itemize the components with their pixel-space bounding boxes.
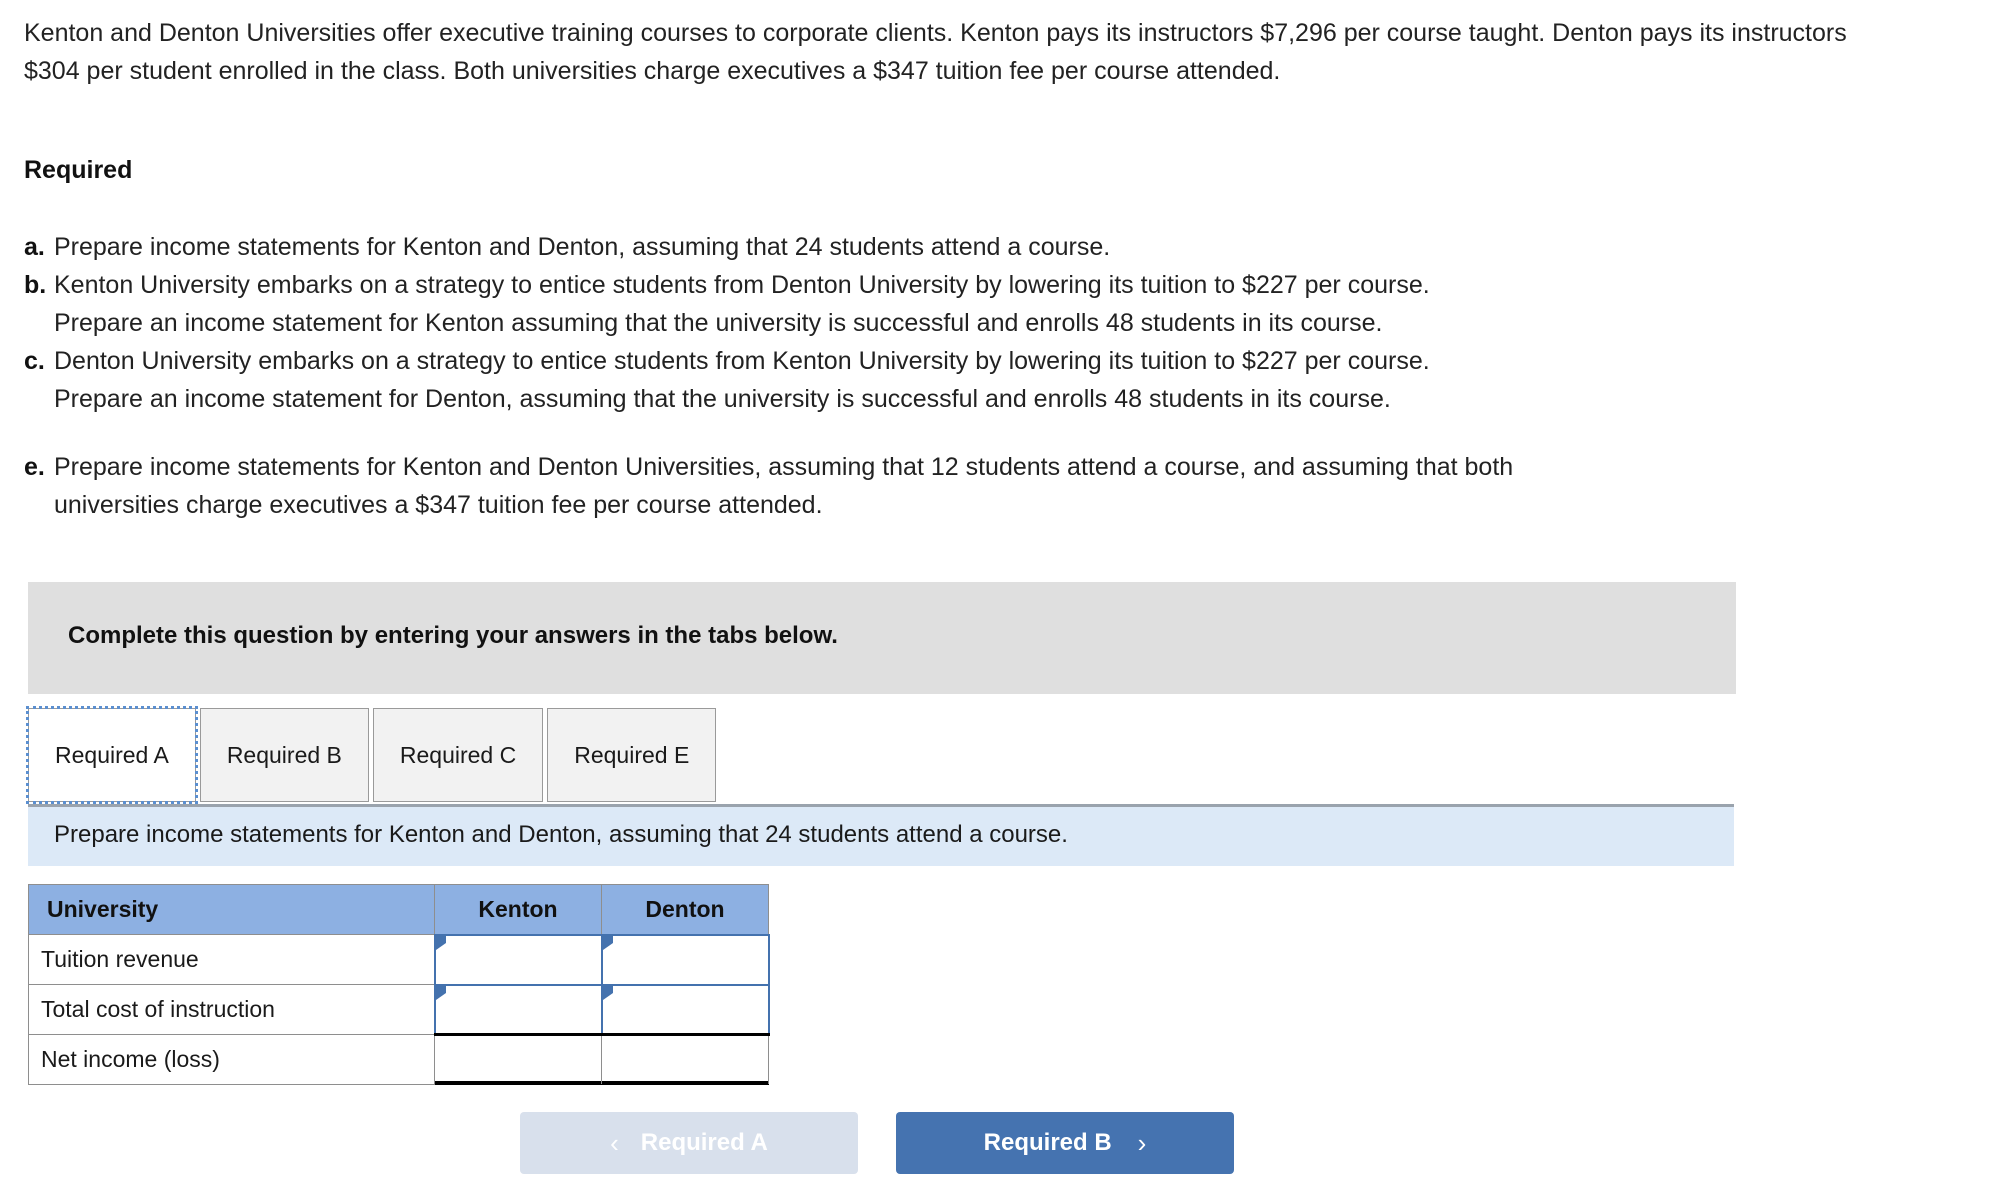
requirement-tabs: Required A Required B Required C Require… — [26, 706, 720, 804]
column-header-kenton: Kenton — [434, 884, 602, 935]
tab-required-b[interactable]: Required B — [199, 708, 369, 802]
previous-required-a-label: Required A — [640, 1129, 768, 1156]
requirement-marker-e: e. — [24, 453, 45, 481]
cell-corner-triangle-icon — [602, 935, 613, 950]
input-tuition-revenue-kenton[interactable] — [433, 933, 603, 986]
requirement-marker-c: c. — [24, 347, 45, 375]
chevron-left-icon: ‹ — [610, 1127, 619, 1158]
table-row: Tuition revenue — [28, 933, 770, 986]
requirements-list: a. Prepare income statements for Kenton … — [24, 228, 1924, 524]
table-header-row: University Kenton Denton — [28, 884, 769, 935]
tab-required-c-label: Required C — [399, 741, 517, 768]
requirement-item-c: c. Denton University embarks on a strate… — [24, 342, 1924, 418]
complete-question-banner-text: Complete this question by entering your … — [68, 622, 838, 649]
row-label-net-income-loss: Net income (loss) — [28, 1034, 435, 1085]
input-total-cost-kenton[interactable] — [433, 983, 603, 1036]
problem-intro-text: Kenton and Denton Universities offer exe… — [24, 19, 1847, 85]
previous-required-a-button[interactable]: ‹ Required A — [520, 1112, 858, 1174]
tab-instruction-text: Prepare income statements for Kenton and… — [54, 821, 1068, 848]
value-net-income-kenton — [434, 1033, 602, 1085]
cell-corner-triangle-icon — [435, 935, 446, 950]
table-row: Net income (loss) — [28, 1033, 769, 1085]
tab-required-e-label: Required E — [574, 741, 690, 768]
column-header-denton: Denton — [601, 884, 769, 935]
requirement-body-e: Prepare income statements for Kenton and… — [54, 448, 1924, 524]
requirement-marker-a: a. — [24, 233, 45, 261]
requirement-line: universities charge executives a $347 tu… — [54, 491, 823, 519]
requirements-spacer — [24, 418, 1924, 448]
requirement-line: Prepare income statements for Kenton and… — [54, 453, 1514, 481]
cell-corner-triangle-icon — [602, 985, 613, 1000]
requirement-line: Kenton University embarks on a strategy … — [54, 271, 1430, 299]
table-row: Total cost of instruction — [28, 983, 770, 1036]
row-label-total-cost-of-instruction: Total cost of instruction — [28, 984, 435, 1035]
requirement-item-a: a. Prepare income statements for Kenton … — [24, 228, 1924, 266]
tab-required-b-label: Required B — [226, 741, 342, 768]
cell-corner-triangle-icon — [435, 985, 446, 1000]
tab-navigation: ‹ Required A Required B › — [520, 1112, 1234, 1174]
requirement-line: Prepare an income statement for Kenton a… — [54, 309, 1383, 337]
tab-instruction-bar: Prepare income statements for Kenton and… — [28, 804, 1734, 866]
next-required-b-button[interactable]: Required B › — [896, 1112, 1234, 1174]
next-required-b-label: Required B — [983, 1129, 1112, 1156]
income-statement-table: University Kenton Denton Tuition revenue… — [28, 884, 770, 1085]
tab-required-e[interactable]: Required E — [547, 708, 717, 802]
requirement-body-b: Kenton University embarks on a strategy … — [54, 266, 1924, 342]
value-net-income-denton — [601, 1033, 769, 1085]
requirement-body-c: Denton University embarks on a strategy … — [54, 342, 1924, 418]
complete-question-banner: Complete this question by entering your … — [28, 582, 1736, 694]
input-total-cost-denton[interactable] — [600, 983, 770, 1036]
column-header-university: University — [28, 884, 435, 935]
requirement-marker-b: b. — [24, 271, 47, 299]
requirement-item-e: e. Prepare income statements for Kenton … — [24, 448, 1924, 524]
tab-required-a[interactable]: Required A — [26, 706, 198, 804]
requirement-line: Prepare an income statement for Denton, … — [54, 385, 1391, 413]
requirement-body-a: Prepare income statements for Kenton and… — [54, 228, 1924, 266]
requirement-line: Denton University embarks on a strategy … — [54, 347, 1430, 375]
required-heading: Required — [24, 156, 133, 184]
input-tuition-revenue-denton[interactable] — [600, 933, 770, 986]
tab-required-c[interactable]: Required C — [372, 708, 544, 802]
chevron-right-icon: › — [1137, 1127, 1147, 1158]
tab-required-a-label: Required A — [55, 741, 169, 768]
requirement-line: Prepare income statements for Kenton and… — [54, 233, 1111, 261]
requirement-item-b: b. Kenton University embarks on a strate… — [24, 266, 1924, 342]
row-label-tuition-revenue: Tuition revenue — [28, 934, 435, 985]
